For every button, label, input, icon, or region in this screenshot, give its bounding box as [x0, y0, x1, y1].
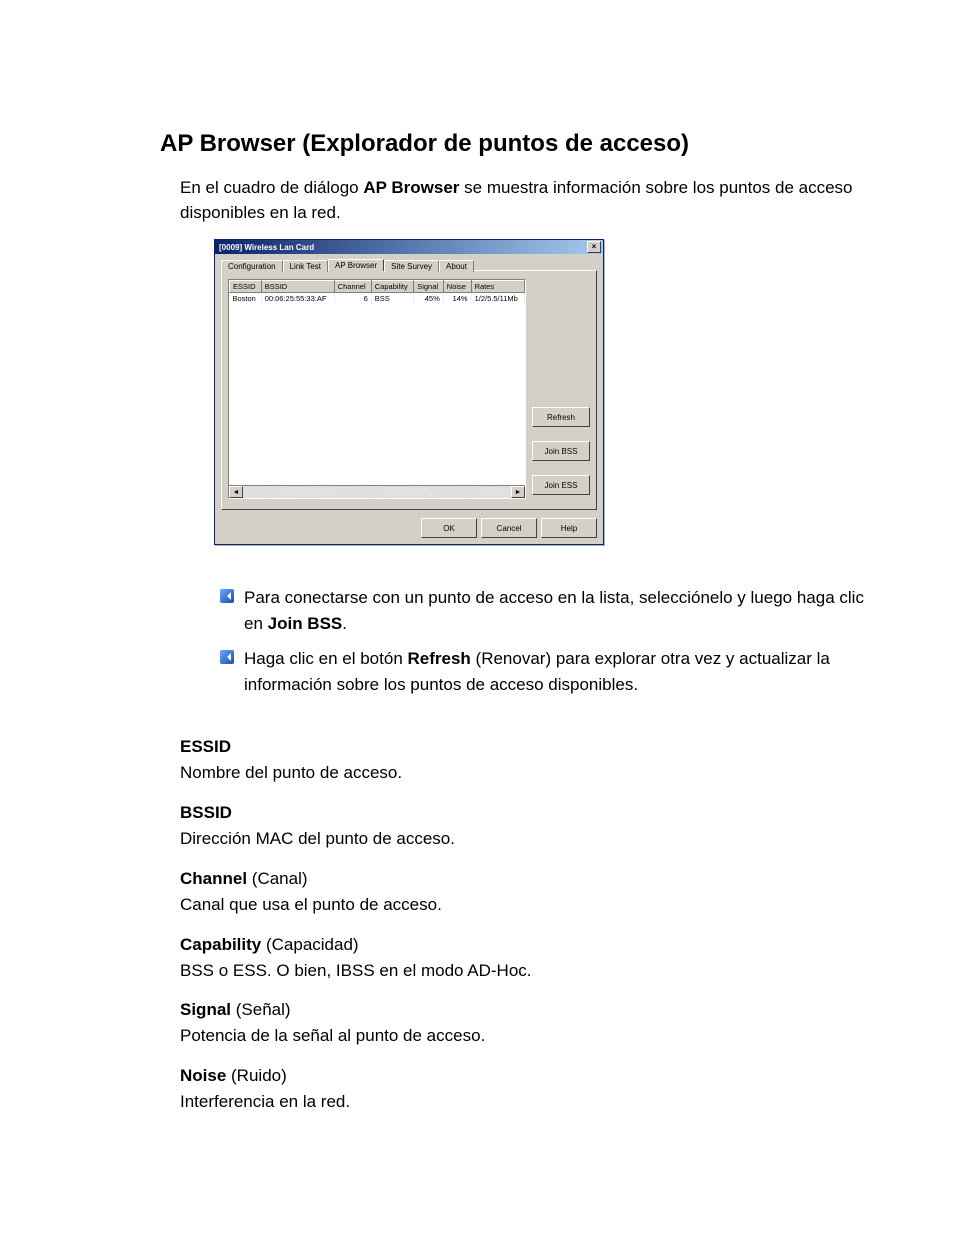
- def-noise-paren: (Ruido): [226, 1066, 286, 1085]
- join-bss-button[interactable]: Join BSS: [532, 441, 590, 461]
- def-essid-term: ESSID: [180, 737, 231, 756]
- ap-browser-dialog: [0009] Wireless Lan Card × Configuration…: [214, 239, 604, 545]
- cell-rates: 1/2/5.5/11Mb: [471, 293, 524, 305]
- tab-configuration[interactable]: Configuration: [221, 260, 283, 272]
- scroll-left-icon[interactable]: ◄: [229, 486, 243, 498]
- dialog-tabs: Configuration Link Test AP Browser Site …: [221, 258, 597, 270]
- bullet1-post: .: [342, 614, 347, 633]
- tab-link-test[interactable]: Link Test: [283, 260, 328, 272]
- tab-ap-browser[interactable]: AP Browser: [328, 259, 384, 271]
- col-essid[interactable]: ESSID: [230, 281, 262, 293]
- def-noise-bold: Noise: [180, 1066, 226, 1085]
- col-capability[interactable]: Capability: [371, 281, 413, 293]
- col-signal[interactable]: Signal: [414, 281, 444, 293]
- col-bssid[interactable]: BSSID: [261, 281, 334, 293]
- tab-site-survey[interactable]: Site Survey: [384, 260, 439, 272]
- refresh-button[interactable]: Refresh: [532, 407, 590, 427]
- dialog-titlebar: [0009] Wireless Lan Card ×: [215, 240, 603, 254]
- bullet-icon: [220, 589, 234, 603]
- intro-text-pre: En el cuadro de diálogo: [180, 178, 363, 197]
- def-signal-bold: Signal: [180, 1000, 231, 1019]
- list-item: Haga clic en el botón Refresh (Renovar) …: [220, 646, 874, 697]
- bullet1-bold: Join BSS: [268, 614, 343, 633]
- intro-text-bold: AP Browser: [363, 178, 459, 197]
- def-noise-desc: Interferencia en la red.: [180, 1090, 874, 1114]
- def-essid-desc: Nombre del punto de acceso.: [180, 761, 874, 785]
- definitions-section: ESSID Nombre del punto de acceso. BSSID …: [180, 737, 874, 1114]
- tab-about[interactable]: About: [439, 260, 474, 272]
- table-row[interactable]: Boston 00:06:25:55:33:AF 6 BSS 45% 14% 1…: [230, 293, 525, 305]
- def-signal-desc: Potencia de la señal al punto de acceso.: [180, 1024, 874, 1048]
- def-capability-desc: BSS o ESS. O bien, IBSS en el modo AD-Ho…: [180, 959, 874, 983]
- cell-bssid: 00:06:25:55:33:AF: [261, 293, 334, 305]
- cell-signal: 45%: [414, 293, 444, 305]
- cell-capability: BSS: [371, 293, 413, 305]
- col-noise[interactable]: Noise: [443, 281, 471, 293]
- bullet2-pre: Haga clic en el botón: [244, 649, 408, 668]
- horizontal-scrollbar[interactable]: ◄ ►: [229, 485, 525, 498]
- def-signal-paren: (Señal): [231, 1000, 291, 1019]
- bullet-icon: [220, 650, 234, 664]
- dialog-title: [0009] Wireless Lan Card: [219, 243, 587, 252]
- def-bssid-desc: Dirección MAC del punto de acceso.: [180, 827, 874, 851]
- scroll-right-icon[interactable]: ►: [511, 486, 525, 498]
- cell-essid: Boston: [230, 293, 262, 305]
- scroll-track[interactable]: [243, 486, 511, 498]
- join-ess-button[interactable]: Join ESS: [532, 475, 590, 495]
- col-rates[interactable]: Rates: [471, 281, 524, 293]
- def-bssid-term: BSSID: [180, 803, 232, 822]
- def-channel-desc: Canal que usa el punto de acceso.: [180, 893, 874, 917]
- instruction-list: Para conectarse con un punto de acceso e…: [220, 585, 874, 697]
- ok-button[interactable]: OK: [421, 518, 477, 538]
- def-channel-paren: (Canal): [247, 869, 307, 888]
- cancel-button[interactable]: Cancel: [481, 518, 537, 538]
- cell-channel: 6: [334, 293, 371, 305]
- list-item: Para conectarse con un punto de acceso e…: [220, 585, 874, 636]
- cell-noise: 14%: [443, 293, 471, 305]
- ap-list-grid[interactable]: ESSID BSSID Channel Capability Signal No…: [228, 279, 526, 499]
- help-button[interactable]: Help: [541, 518, 597, 538]
- close-icon[interactable]: ×: [587, 241, 601, 253]
- def-capability-paren: (Capacidad): [261, 935, 358, 954]
- page-title: AP Browser (Explorador de puntos de acce…: [160, 130, 874, 158]
- intro-paragraph: En el cuadro de diálogo AP Browser se mu…: [180, 176, 874, 225]
- def-capability-bold: Capability: [180, 935, 261, 954]
- col-channel[interactable]: Channel: [334, 281, 371, 293]
- def-channel-bold: Channel: [180, 869, 247, 888]
- bullet2-bold: Refresh: [408, 649, 471, 668]
